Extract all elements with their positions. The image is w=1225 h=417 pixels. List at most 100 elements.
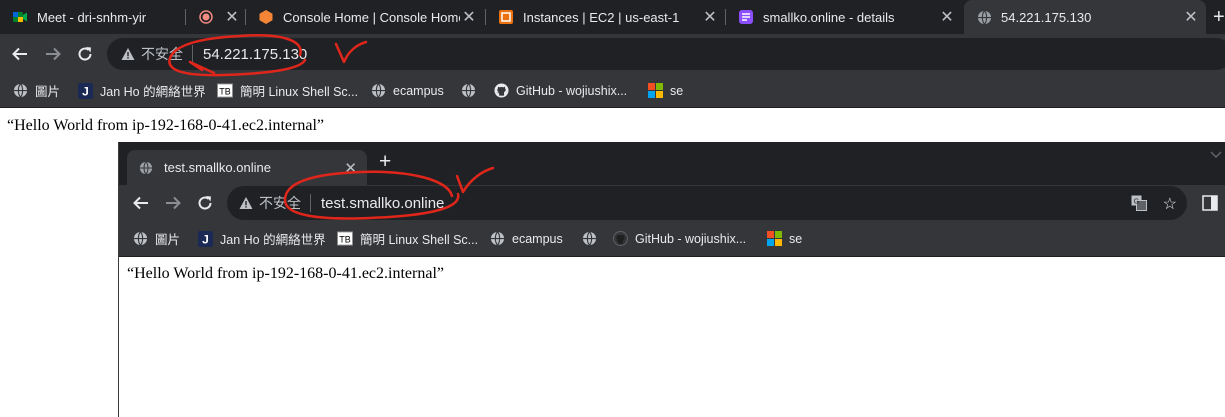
close-icon[interactable]: ✕ bbox=[701, 7, 719, 27]
tab-test-smallko[interactable]: test.smallko.online ✕ bbox=[127, 150, 367, 185]
svg-text:J: J bbox=[202, 232, 209, 246]
tab-ec2-instances[interactable]: Instances | EC2 | us-east-1 ✕ bbox=[486, 0, 725, 34]
bookmark-se[interactable]: se bbox=[766, 221, 802, 256]
arrow-right-icon bbox=[46, 47, 61, 61]
forward-button[interactable] bbox=[158, 185, 188, 221]
tab-console-home[interactable]: Console Home | Console Home ✕ bbox=[246, 0, 484, 34]
outer-toolbar: 不安全 54.221.175.130 bbox=[0, 34, 1225, 74]
bookmark-label: GitHub - wojiushix... bbox=[635, 231, 747, 246]
address-bar[interactable]: 不安全 test.smallko.online G ☆ bbox=[227, 186, 1187, 220]
star-icon[interactable]: ☆ bbox=[1163, 194, 1177, 214]
ec2-icon bbox=[498, 9, 514, 25]
tab-smallko-details[interactable]: smallko.online - details ✕ bbox=[726, 0, 962, 34]
tb-icon: TB bbox=[217, 83, 233, 99]
tab-label: test.smallko.online bbox=[164, 160, 271, 175]
page-content-text: “Hello World from ip-192-168-0-41.ec2.in… bbox=[7, 117, 324, 134]
inner-bookmarks-bar: 圖片 J Jan Ho 的網絡世界 TB 簡明 Linux Shell Sc..… bbox=[119, 221, 1225, 257]
reload-icon bbox=[78, 47, 92, 61]
bookmark-label: 圖片 bbox=[35, 85, 61, 99]
microsoft-icon bbox=[647, 83, 663, 99]
url-text[interactable]: 54.221.175.130 bbox=[203, 46, 307, 63]
address-bar[interactable]: 不安全 54.221.175.130 bbox=[107, 38, 1225, 70]
insecure-label[interactable]: 不安全 bbox=[141, 44, 183, 64]
bookmark-github[interactable]: GitHub - wojiushix... bbox=[612, 221, 746, 256]
bookmark-label: 簡明 Linux Shell Sc... bbox=[360, 233, 479, 247]
reload-button[interactable] bbox=[190, 185, 220, 221]
close-icon[interactable]: ✕ bbox=[344, 159, 357, 177]
new-tab-button[interactable]: + bbox=[1213, 0, 1225, 34]
dns-icon bbox=[738, 9, 754, 25]
j-icon: J bbox=[77, 82, 93, 99]
bookmark-label: GitHub - wojiushix... bbox=[516, 83, 628, 98]
microsoft-icon bbox=[766, 231, 782, 247]
new-tab-button[interactable]: + bbox=[379, 150, 391, 174]
close-icon[interactable]: ✕ bbox=[223, 7, 241, 27]
svg-text:TB: TB bbox=[339, 234, 350, 244]
github-icon bbox=[612, 231, 628, 247]
reload-icon bbox=[198, 196, 212, 210]
bookmark-ecampus[interactable]: ecampus bbox=[370, 74, 444, 107]
globe-icon bbox=[139, 160, 155, 176]
bookmark-github[interactable]: GitHub - wojiushix... bbox=[493, 74, 627, 107]
outer-bookmarks-bar: 圖片 J Jan Ho 的網絡世界 TB 簡明 Linux Shell Sc..… bbox=[0, 74, 1225, 108]
inner-browser-window: test.smallko.online ✕ + 不安全 test.smallko… bbox=[118, 142, 1225, 417]
bookmark-label: se bbox=[789, 231, 803, 246]
globe-icon bbox=[976, 9, 992, 25]
globe-icon bbox=[489, 231, 505, 247]
translate-icon[interactable]: G bbox=[1131, 195, 1147, 216]
insecure-label[interactable]: 不安全 bbox=[259, 193, 301, 213]
arrow-left-icon bbox=[12, 47, 27, 61]
bookmark-janho[interactable]: J Jan Ho 的網絡世界 bbox=[77, 74, 206, 107]
bookmark-ecampus[interactable]: ecampus bbox=[489, 221, 563, 256]
inner-tab-strip: test.smallko.online ✕ + bbox=[119, 142, 1225, 185]
bookmark-untitled[interactable] bbox=[460, 74, 483, 107]
page-content-text: “Hello World from ip-192-168-0-41.ec2.in… bbox=[127, 265, 444, 282]
inner-toolbar: 不安全 test.smallko.online G ☆ bbox=[119, 185, 1225, 221]
globe-icon bbox=[581, 231, 597, 247]
bookmark-images[interactable]: 圖片 bbox=[12, 74, 60, 107]
close-icon[interactable]: ✕ bbox=[1182, 7, 1200, 27]
svg-text:TB: TB bbox=[219, 86, 230, 96]
bookmark-label: 簡明 Linux Shell Sc... bbox=[240, 85, 359, 99]
tab-active-ip[interactable]: 54.221.175.130 ✕ bbox=[964, 0, 1206, 34]
tab-label: smallko.online - details bbox=[763, 9, 895, 25]
warning-icon[interactable] bbox=[121, 47, 135, 61]
tab-label: Instances | EC2 | us-east-1 bbox=[523, 9, 680, 25]
reload-button[interactable] bbox=[70, 34, 100, 74]
tb-icon: TB bbox=[337, 231, 353, 247]
bookmark-untitled[interactable] bbox=[581, 221, 604, 256]
aws-console-icon bbox=[258, 9, 274, 25]
chevron-down-icon[interactable] bbox=[1209, 147, 1223, 165]
bookmark-linux-shell[interactable]: TB 簡明 Linux Shell Sc... bbox=[337, 221, 478, 256]
bookmark-images[interactable]: 圖片 bbox=[132, 221, 180, 256]
bookmark-label: se bbox=[670, 83, 684, 98]
url-text[interactable]: test.smallko.online bbox=[321, 195, 444, 212]
j-icon: J bbox=[197, 230, 213, 247]
tab-label: Console Home | Console Home bbox=[283, 9, 460, 25]
close-icon[interactable]: ✕ bbox=[938, 7, 956, 27]
svg-text:J: J bbox=[82, 84, 89, 98]
omnibox-divider bbox=[192, 45, 193, 63]
svg-text:G: G bbox=[1134, 199, 1139, 206]
bookmark-label: Jan Ho 的網絡世界 bbox=[100, 85, 206, 99]
omnibox-divider bbox=[310, 194, 311, 212]
forward-button[interactable] bbox=[38, 34, 68, 74]
tab-label: 54.221.175.130 bbox=[1001, 9, 1092, 25]
bookmark-se[interactable]: se bbox=[647, 74, 683, 107]
recording-icon bbox=[198, 9, 214, 25]
globe-icon bbox=[132, 231, 148, 247]
bookmark-janho[interactable]: J Jan Ho 的網絡世界 bbox=[197, 221, 326, 256]
globe-icon bbox=[460, 83, 476, 99]
bookmark-label: 圖片 bbox=[155, 233, 181, 247]
back-button[interactable] bbox=[126, 185, 156, 221]
warning-icon[interactable] bbox=[239, 196, 253, 210]
arrow-right-icon bbox=[166, 196, 181, 210]
close-icon[interactable]: ✕ bbox=[460, 7, 478, 27]
bookmark-linux-shell[interactable]: TB 簡明 Linux Shell Sc... bbox=[217, 74, 358, 107]
arrow-left-icon bbox=[133, 196, 148, 210]
back-button[interactable] bbox=[5, 34, 35, 74]
google-meet-icon bbox=[12, 9, 28, 25]
tab-recording[interactable]: ✕ bbox=[186, 0, 244, 34]
github-icon bbox=[493, 83, 509, 99]
side-panel-icon[interactable] bbox=[1202, 195, 1218, 216]
